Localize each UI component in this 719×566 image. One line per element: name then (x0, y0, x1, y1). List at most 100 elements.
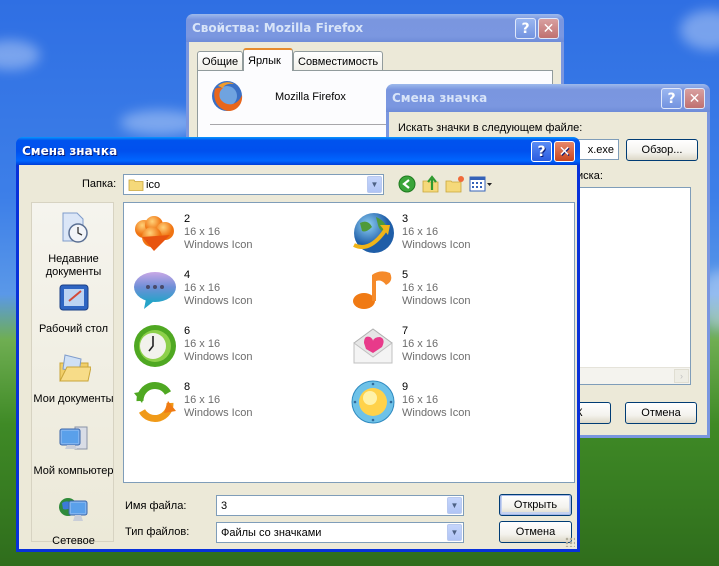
close-button[interactable]: ✕ (684, 88, 705, 109)
cloud (680, 10, 719, 50)
filename-label: Имя файла: (125, 500, 187, 512)
file-name: 9 (402, 381, 409, 393)
chevron-down-icon[interactable]: ▼ (447, 497, 462, 514)
search-file-label: Искать значки в следующем файле: (398, 122, 583, 134)
file-dimensions: 16 x 16 (402, 394, 439, 406)
porthole-icon (351, 380, 395, 424)
clock-icon (134, 325, 176, 367)
place-label: Мои документы (33, 393, 114, 405)
recent-documents-icon (62, 212, 88, 243)
dialog-titlebar[interactable]: Смена значка ? ✕ (16, 137, 580, 165)
file-type: Windows Icon (184, 351, 253, 363)
network-icon (58, 498, 87, 521)
file-dimensions: 16 x 16 (402, 282, 439, 294)
place-desktop[interactable]: Рабочий стол (32, 281, 115, 336)
file-dimensions: 16 x 16 (184, 282, 221, 294)
file-name: 2 (184, 213, 191, 225)
tab-general[interactable]: Общие (197, 51, 243, 71)
firefox-icon (212, 81, 243, 111)
close-button[interactable]: ✕ (554, 141, 575, 162)
file-name: 7 (402, 325, 409, 337)
file-type: Windows Icon (402, 295, 471, 307)
file-list[interactable]: 2 16 x 16 Windows Icon 3 16 x 16 Windows… (123, 202, 575, 483)
folder-icon (128, 179, 144, 191)
chevron-down-icon[interactable]: ▼ (447, 524, 462, 541)
desktop-icon (59, 284, 88, 311)
tab-compatibility[interactable]: Совместимость (293, 51, 383, 71)
filename-value: 3 (221, 499, 228, 512)
file-type: Windows Icon (184, 239, 253, 251)
dialog-title: Смена значка (22, 144, 118, 158)
place-label: Сетевое (52, 535, 95, 547)
file-dimensions: 16 x 16 (184, 226, 221, 238)
places-bar: Недавние документы Рабочий стол Мои доку… (31, 202, 115, 547)
file-dimensions: 16 x 16 (402, 226, 439, 238)
file-dimensions: 16 x 16 (184, 338, 221, 350)
file-item[interactable]: 6 16 x 16 Windows Icon (128, 317, 328, 369)
file-dimensions: 16 x 16 (402, 338, 439, 350)
close-icon: ✕ (688, 90, 701, 107)
file-name: 4 (184, 269, 191, 281)
chat-bubble-icon (134, 272, 176, 309)
select-icon-label: иска: (577, 170, 603, 182)
folder-up-icon[interactable] (421, 175, 441, 193)
file-item[interactable]: 3 16 x 16 Windows Icon (346, 205, 546, 257)
open-button[interactable]: Открыть (499, 494, 572, 516)
properties-title: Свойства: Mozilla Firefox (192, 21, 364, 35)
file-name: 8 (184, 381, 191, 393)
file-type: Windows Icon (402, 351, 471, 363)
my-computer-icon (59, 426, 87, 450)
globe-arrow-icon (353, 213, 394, 253)
file-type: Windows Icon (402, 239, 471, 251)
my-documents-icon (58, 354, 92, 382)
view-menu-icon[interactable] (469, 175, 493, 193)
new-folder-icon[interactable] (445, 175, 465, 193)
place-network[interactable]: Сетевое (32, 493, 115, 548)
close-icon: ✕ (542, 20, 555, 37)
file-item[interactable]: 5 16 x 16 Windows Icon (346, 261, 546, 313)
place-label: Недавние документы (45, 253, 102, 278)
chevron-down-icon[interactable]: ▼ (367, 176, 382, 193)
file-type: Windows Icon (402, 407, 471, 419)
folder-select[interactable]: ico ▼ (123, 174, 384, 195)
place-recent-documents[interactable]: Недавние документы (32, 211, 115, 279)
filetype-label: Тип файлов: (125, 526, 190, 538)
help-icon: ? (521, 20, 530, 37)
file-name: 6 (184, 325, 191, 337)
help-button[interactable]: ? (515, 18, 536, 39)
cancel-button[interactable]: Отмена (625, 402, 697, 424)
back-icon[interactable] (397, 175, 417, 193)
file-item[interactable]: 9 16 x 16 Windows Icon (346, 373, 546, 425)
place-my-computer[interactable]: Мой компьютер (32, 423, 115, 478)
place-my-documents[interactable]: Мои документы (32, 351, 115, 406)
file-item[interactable]: 7 16 x 16 Windows Icon (346, 317, 546, 369)
refresh-icon (134, 381, 176, 423)
filetype-select[interactable]: Файлы со значками ▼ (216, 522, 464, 543)
change-icon-back-titlebar[interactable]: Смена значка ? ✕ (386, 84, 710, 112)
browse-button[interactable]: Обзор... (626, 139, 698, 161)
cancel-button[interactable]: Отмена (499, 521, 572, 543)
filetype-value: Файлы со значками (221, 526, 322, 539)
change-icon-dialog: Смена значка ? ✕ Папка: ico ▼ Недавние д… (16, 137, 580, 552)
close-button[interactable]: ✕ (538, 18, 559, 39)
file-name: 3 (402, 213, 409, 225)
help-icon: ? (667, 90, 676, 107)
file-type: Windows Icon (184, 295, 253, 307)
file-item[interactable]: 8 16 x 16 Windows Icon (128, 373, 328, 425)
scroll-right-icon[interactable]: › (674, 369, 689, 383)
place-label: Мой компьютер (33, 465, 114, 477)
help-button[interactable]: ? (531, 141, 552, 162)
file-item[interactable]: 4 16 x 16 Windows Icon (128, 261, 328, 313)
file-dimensions: 16 x 16 (184, 394, 221, 406)
help-icon: ? (537, 143, 546, 160)
file-type: Windows Icon (184, 407, 253, 419)
properties-titlebar[interactable]: Свойства: Mozilla Firefox ? ✕ (186, 14, 564, 42)
hearts-icon (135, 216, 174, 251)
file-item[interactable]: 2 16 x 16 Windows Icon (128, 205, 328, 257)
app-name: Mozilla Firefox (275, 91, 346, 103)
resize-grip[interactable] (565, 537, 575, 547)
tab-shortcut[interactable]: Ярлык (243, 48, 293, 71)
change-icon-back-title: Смена значка (392, 91, 488, 105)
filename-input[interactable]: 3 ▼ (216, 495, 464, 516)
help-button[interactable]: ? (661, 88, 682, 109)
